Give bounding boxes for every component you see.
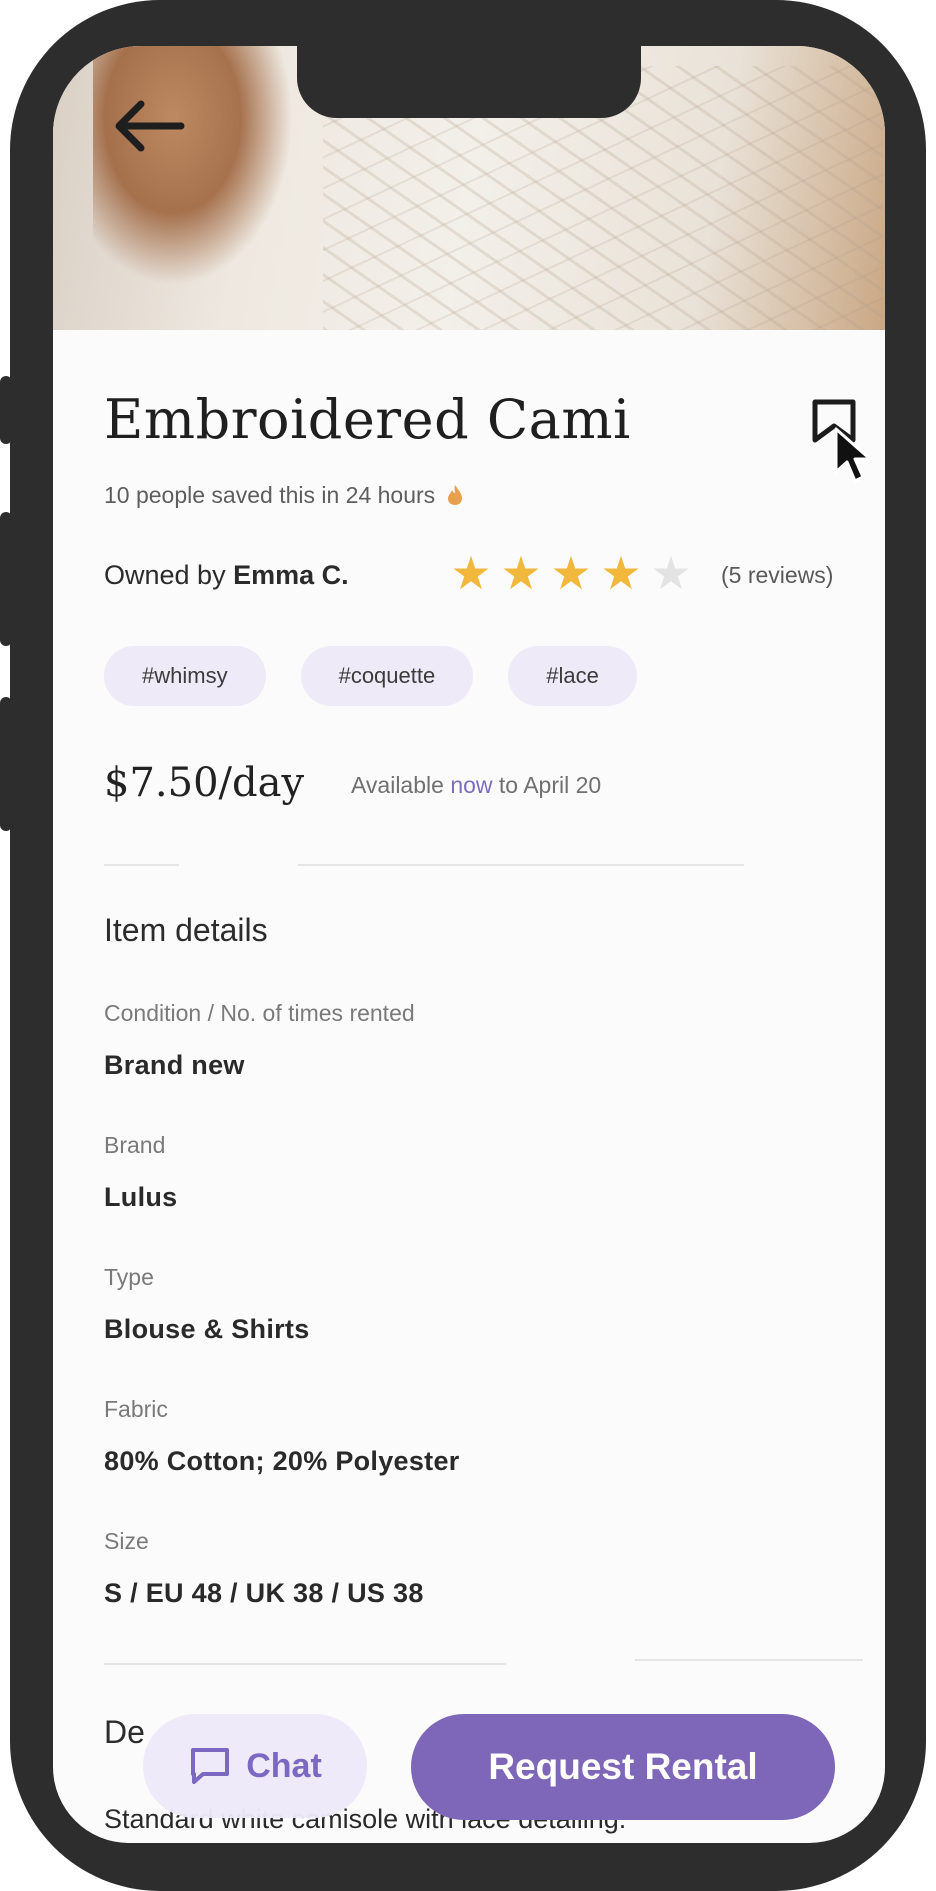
divider [104, 864, 179, 866]
mouse-pointer-icon [834, 427, 872, 483]
detail-label: Brand [104, 1132, 166, 1158]
price: $7.50/day [104, 760, 305, 806]
rating-stars: ★ ★ ★ ★ ★ [447, 550, 695, 596]
availability: Available now to April 20 [351, 772, 601, 799]
detail-label: Type [104, 1264, 154, 1290]
star-filled-icon: ★ [450, 547, 492, 599]
chat-button-label: Chat [246, 1746, 322, 1785]
availability-prefix: Available [351, 772, 444, 798]
detail-value: Lulus [104, 1182, 178, 1212]
detail-label: Condition / No. of times rented [104, 1000, 415, 1026]
detail-label: Fabric [104, 1396, 168, 1422]
divider [298, 864, 744, 866]
tag-chip[interactable]: #whimsy [104, 646, 266, 706]
tag-chip[interactable]: #coquette [300, 646, 474, 706]
tag-list: #whimsy #coquette #lace [104, 646, 637, 706]
owner-name[interactable]: Emma C. [233, 560, 349, 590]
side-button [0, 512, 12, 646]
detail-label: Size [104, 1528, 149, 1554]
side-button [914, 560, 926, 782]
detail-value: 80% Cotton; 20% Polyester [104, 1446, 460, 1476]
fire-icon [447, 485, 462, 505]
star-empty-icon: ★ [650, 547, 692, 599]
divider [635, 1659, 863, 1661]
chat-bubble-icon [191, 1748, 230, 1784]
photo-hair [93, 46, 293, 286]
app-screen: Embroidered Cami 10 people saved this in… [53, 46, 885, 1843]
side-button [0, 697, 12, 831]
tag-chip[interactable]: #lace [508, 646, 637, 706]
divider [104, 1663, 506, 1665]
request-rental-label: Request Rental [488, 1746, 758, 1787]
item-details-heading: Item details [104, 912, 268, 948]
phone-notch [297, 46, 641, 118]
side-button [0, 376, 12, 444]
star-filled-icon: ★ [550, 547, 592, 599]
saved-count-text: 10 people saved this in 24 hours [104, 482, 464, 509]
detail-value: S / EU 48 / UK 38 / US 38 [104, 1578, 424, 1608]
availability-end: to April 20 [498, 772, 602, 798]
saved-text: 10 people saved this in 24 hours [104, 482, 436, 508]
chat-button[interactable]: Chat [143, 1714, 367, 1818]
owner-prefix: Owned by [104, 560, 226, 590]
detail-value: Brand new [104, 1050, 245, 1080]
availability-now: now [450, 772, 493, 798]
product-title: Embroidered Cami [104, 388, 631, 451]
star-filled-icon: ★ [600, 547, 642, 599]
star-filled-icon: ★ [500, 547, 542, 599]
description-heading: De [104, 1714, 145, 1750]
reviews-count[interactable]: (5 reviews) [721, 562, 833, 589]
request-rental-button[interactable]: Request Rental [411, 1714, 835, 1820]
arrow-left-icon[interactable] [111, 96, 187, 156]
owner-line: Owned by Emma C. [104, 560, 349, 591]
detail-value: Blouse & Shirts [104, 1314, 310, 1344]
